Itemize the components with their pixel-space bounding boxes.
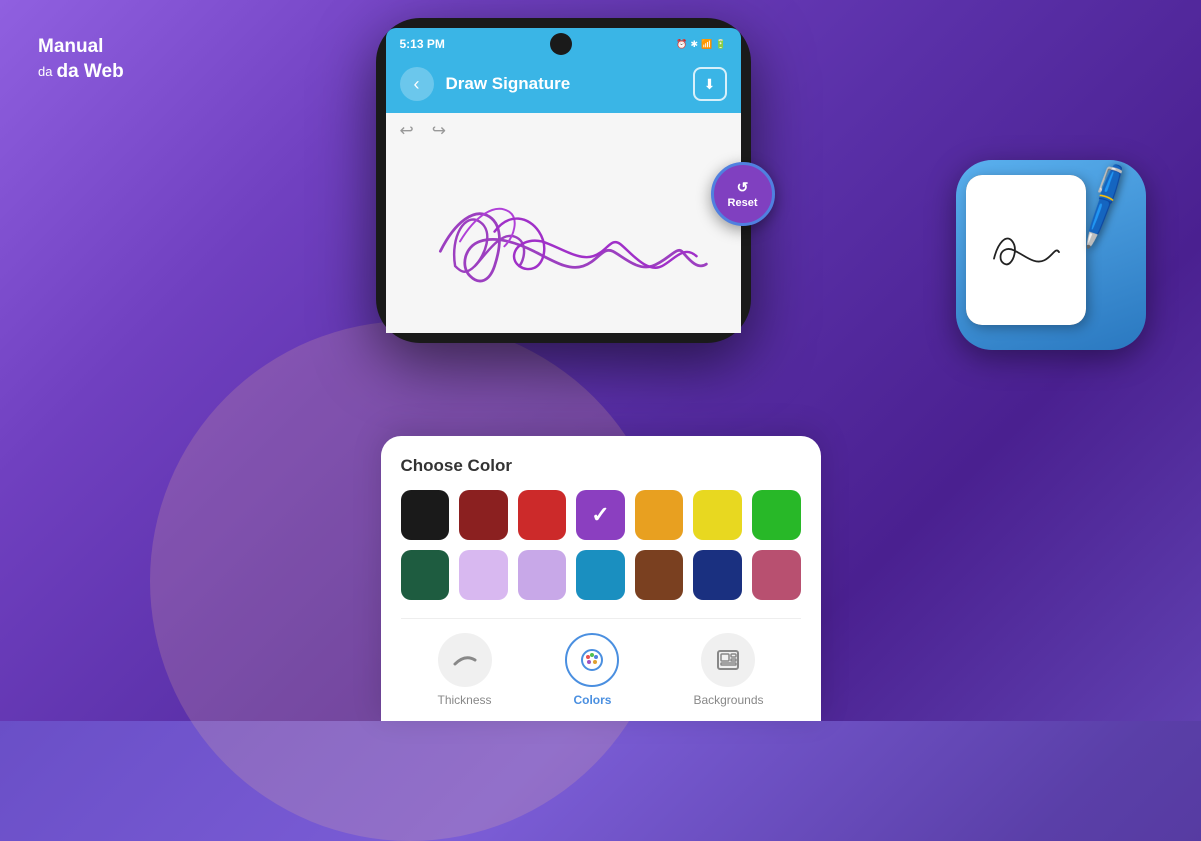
notch [550, 33, 572, 55]
color-lavender[interactable] [518, 550, 567, 600]
app-icon: 🖊️ [956, 160, 1146, 350]
palette-icon [578, 646, 606, 674]
tab-backgrounds[interactable]: Backgrounds [693, 633, 763, 707]
color-navy[interactable] [693, 550, 742, 600]
color-orange[interactable] [635, 490, 684, 540]
drawing-area: ↩ ↪ [386, 113, 741, 333]
colors-label: Colors [573, 693, 611, 707]
bottom-tabs: Thickness Colors [401, 633, 801, 721]
color-rose[interactable] [752, 550, 801, 600]
undo-icon[interactable]: ↩ [400, 121, 414, 141]
reset-button[interactable]: ↺ Reset [711, 162, 775, 226]
reset-label: Reset [728, 197, 758, 209]
app-title: Draw Signature [446, 74, 681, 94]
download-button[interactable]: ⬇ [693, 67, 727, 101]
tab-colors[interactable]: Colors [565, 633, 619, 707]
color-teal[interactable] [576, 550, 625, 600]
color-dark-green[interactable] [401, 550, 450, 600]
thickness-icon [451, 646, 479, 674]
logo: Manual da da Web [38, 35, 124, 84]
bottom-panel: Choose Color ✓ Thickness [381, 436, 821, 721]
phone-device: 5:13 PM ⏰✱📶🔋 ‹ Draw Signature ⬇ ↩ ↪ [376, 18, 751, 343]
tab-thickness[interactable]: Thickness [437, 633, 491, 707]
color-black[interactable] [401, 490, 450, 540]
color-dark-red[interactable] [459, 490, 508, 540]
colors-icon-wrapper [565, 633, 619, 687]
color-red[interactable] [518, 490, 567, 540]
app-header: ‹ Draw Signature ⬇ [386, 57, 741, 113]
panel-divider [401, 618, 801, 619]
color-light-lavender[interactable] [459, 550, 508, 600]
reset-arrow: ↺ [737, 179, 749, 196]
back-button[interactable]: ‹ [400, 67, 434, 101]
redo-icon[interactable]: ↪ [432, 121, 446, 141]
logo-line1: Manual [38, 36, 103, 57]
logo-line2: da da Web [38, 60, 124, 85]
backgrounds-label: Backgrounds [693, 693, 763, 707]
backgrounds-icon [714, 646, 742, 674]
phone-shell: 5:13 PM ⏰✱📶🔋 ‹ Draw Signature ⬇ ↩ ↪ [376, 18, 751, 343]
signature-canvas [386, 149, 741, 324]
time-display: 5:13 PM [400, 37, 445, 51]
thickness-label: Thickness [437, 693, 491, 707]
thickness-icon-wrapper [438, 633, 492, 687]
backgrounds-icon-wrapper [701, 633, 755, 687]
status-bar: 5:13 PM ⏰✱📶🔋 [386, 28, 741, 57]
signature-svg [396, 149, 731, 324]
color-brown[interactable] [635, 550, 684, 600]
color-yellow[interactable] [693, 490, 742, 540]
color-row-2 [401, 550, 801, 600]
choose-color-title: Choose Color [401, 456, 801, 476]
color-row-1: ✓ [401, 490, 801, 540]
drawing-toolbar: ↩ ↪ [386, 113, 741, 149]
status-icons: ⏰✱📶🔋 [676, 39, 726, 50]
color-purple-selected[interactable]: ✓ [576, 490, 625, 540]
color-green[interactable] [752, 490, 801, 540]
